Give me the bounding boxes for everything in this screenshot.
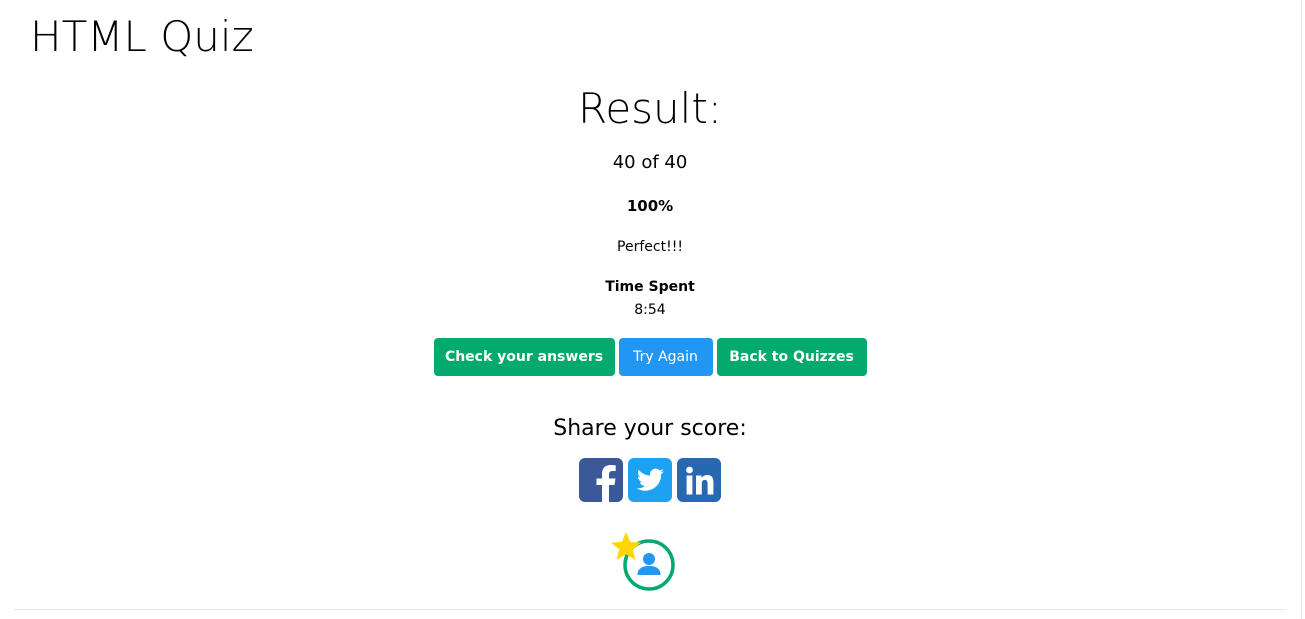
linkedin-icon[interactable] [677,458,721,502]
twitter-icon[interactable] [628,458,672,502]
time-spent-label: Time Spent [605,279,695,295]
facebook-icon[interactable] [579,458,623,502]
result-heading: Result: [578,84,722,133]
percent-text: 100% [626,197,674,215]
back-to-quizzes-button[interactable]: Back to Quizzes [716,338,867,376]
quiz-title: HTML Quiz [30,12,254,61]
result-message: Perfect!!! [617,239,683,255]
page-right-border [1301,0,1302,619]
score-text: 40 of 40 [612,152,688,173]
footer-divider [13,609,1286,610]
quiz-result-page: HTML Quiz Result: 40 of 40 100% Perfect!… [0,0,1305,619]
achievement-badge[interactable] [610,530,680,596]
check-answers-button[interactable]: Check your answers [433,338,615,376]
try-again-button[interactable]: Try Again [618,338,713,376]
share-score-label: Share your score: [553,416,747,441]
result-actions: Check your answers Try Again Back to Qui… [0,338,1300,376]
share-buttons [0,458,1300,502]
time-spent-value: 8:54 [634,302,666,318]
